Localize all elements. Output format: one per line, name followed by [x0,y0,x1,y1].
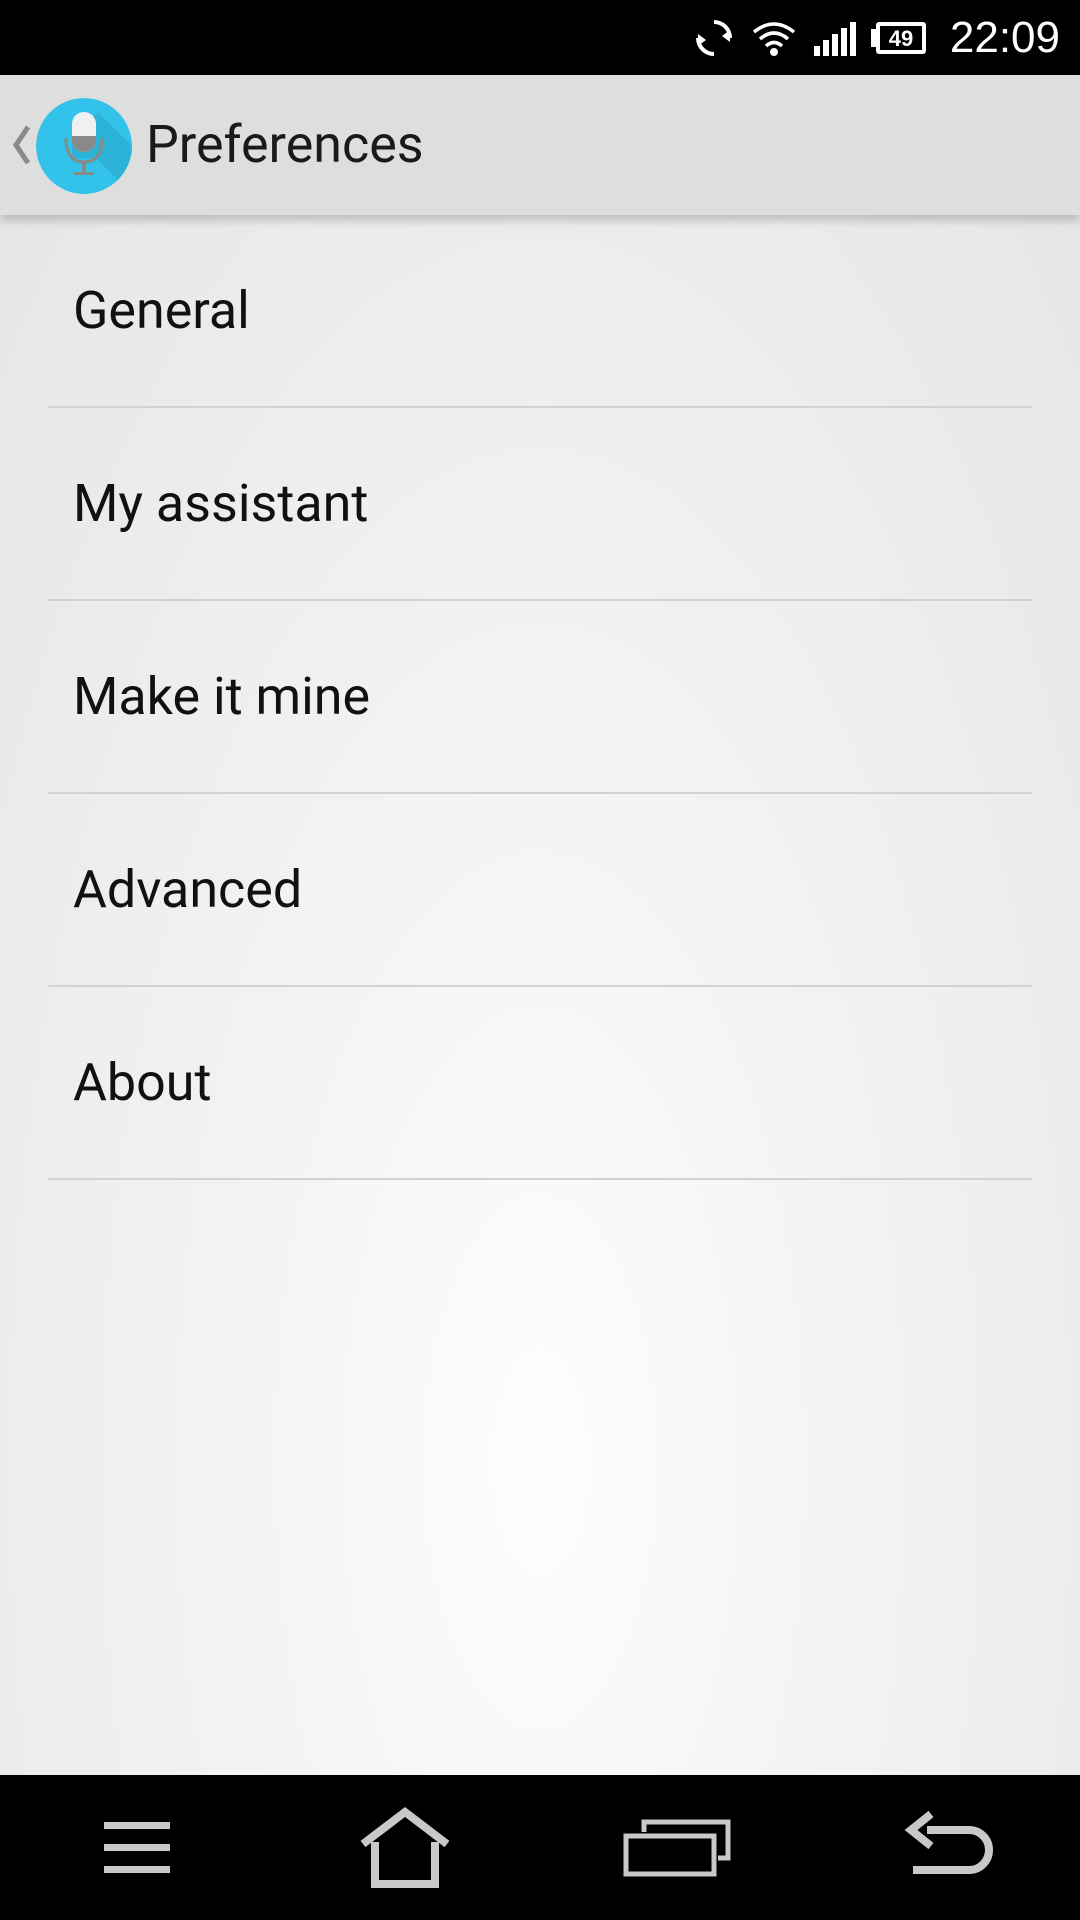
menu-item-label: Make it mine [73,666,371,727]
menu-item-make-it-mine[interactable]: Make it mine [48,601,1032,794]
home-icon[interactable] [340,1775,470,1920]
back-icon[interactable] [880,1775,1010,1920]
cell-signal-icon [812,0,856,75]
menu-item-label: Advanced [73,859,303,920]
wifi-icon [750,0,798,75]
menu-item-advanced[interactable]: Advanced [48,794,1032,987]
action-bar: Preferences [0,75,1080,215]
menu-item-label: About [73,1052,212,1113]
preferences-menu-list: General My assistant Make it mine Advanc… [48,215,1032,1180]
menu-icon[interactable] [72,1775,202,1920]
clock: 22:09 [949,12,1060,62]
sync-icon [692,0,736,75]
navigation-bar [0,1775,1080,1920]
menu-item-my-assistant[interactable]: My assistant [48,408,1032,601]
status-icons: 49 22:09 [692,0,1060,75]
page-title: Preferences [146,114,424,175]
app-logo-microphone-icon[interactable] [36,98,132,194]
up-navigation-caret-icon[interactable] [10,123,32,167]
status-bar: 49 22:09 [0,0,1080,75]
menu-item-about[interactable]: About [48,987,1032,1180]
recent-apps-icon[interactable] [612,1775,742,1920]
preferences-content: General My assistant Make it mine Advanc… [0,215,1080,1775]
menu-item-label: My assistant [73,473,369,534]
menu-item-label: General [73,280,250,341]
battery-level-text: 49 [889,26,913,51]
battery-icon: 49 [870,0,928,75]
menu-item-general[interactable]: General [48,215,1032,408]
